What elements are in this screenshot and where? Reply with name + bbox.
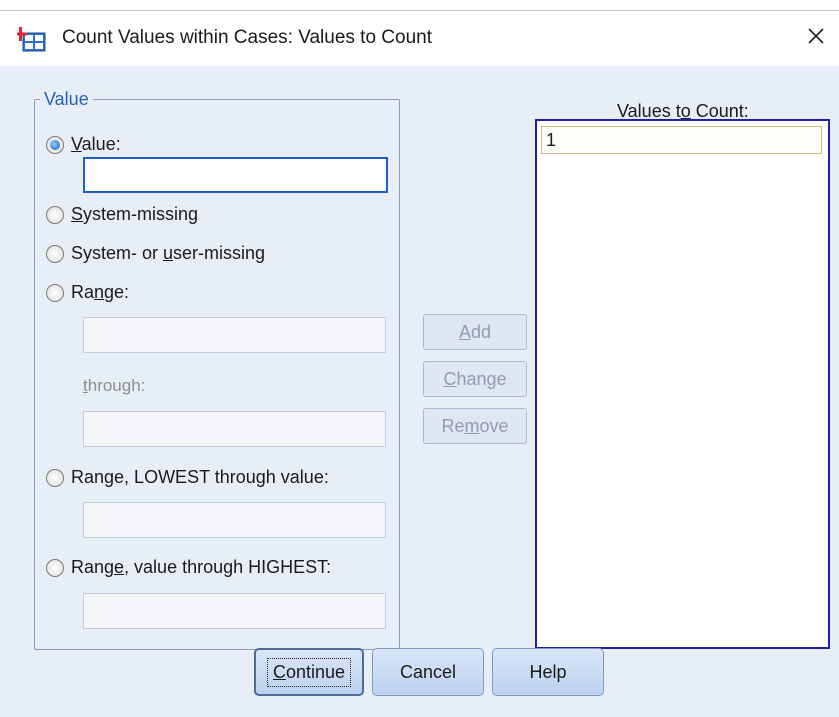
count-values-dialog: Count Values within Cases: Values to Cou… bbox=[0, 10, 839, 717]
close-icon bbox=[807, 27, 825, 50]
radio-button-icon bbox=[46, 135, 64, 154]
range-to-input[interactable] bbox=[83, 411, 386, 447]
title-bar[interactable]: Count Values within Cases: Values to Cou… bbox=[0, 11, 839, 66]
cancel-button[interactable]: Cancel bbox=[372, 648, 484, 696]
radio-system-or-user-missing[interactable]: System- or user-missing bbox=[46, 243, 265, 264]
radio-system-missing[interactable]: System-missing bbox=[46, 204, 198, 225]
radio-button-icon bbox=[46, 558, 64, 577]
radio-label-system-or-user-missing: System- or user-missing bbox=[71, 243, 266, 263]
add-button[interactable]: Add bbox=[423, 314, 527, 350]
radio-button-icon bbox=[46, 205, 64, 224]
close-button[interactable] bbox=[793, 11, 839, 66]
value-group-legend: Value bbox=[40, 89, 93, 110]
change-button[interactable]: Change bbox=[423, 361, 527, 397]
radio-button-icon bbox=[46, 283, 64, 302]
range-from-input[interactable] bbox=[83, 317, 386, 353]
radio-value[interactable]: Value: bbox=[46, 134, 121, 155]
window-title: Count Values within Cases: Values to Cou… bbox=[62, 27, 432, 48]
value-through-highest-input[interactable] bbox=[83, 593, 386, 629]
through-label: through: bbox=[83, 376, 146, 395]
radio-range[interactable]: Range: bbox=[46, 282, 129, 303]
background-app-strip bbox=[0, 0, 839, 10]
list-item[interactable]: 1 bbox=[541, 126, 822, 154]
radio-label-value: Value: bbox=[71, 134, 121, 154]
remove-button[interactable]: Re m ove bbox=[423, 408, 527, 444]
radio-label-range: Range: bbox=[71, 282, 130, 302]
radio-range-highest[interactable]: Range, value through HIGHEST: bbox=[46, 557, 331, 578]
value-input[interactable] bbox=[83, 157, 388, 193]
radio-label-range-highest: Range, value through HIGHEST: bbox=[71, 557, 332, 577]
radio-button-icon bbox=[46, 244, 64, 263]
lowest-through-value-input[interactable] bbox=[83, 502, 386, 538]
spss-app-icon bbox=[14, 25, 47, 53]
radio-range-lowest[interactable]: Range, LOWEST through value: bbox=[46, 467, 329, 488]
radio-button-icon bbox=[46, 468, 64, 487]
continue-button-label: Continue bbox=[266, 657, 352, 687]
continue-button[interactable]: Continue bbox=[254, 648, 364, 696]
radio-label-system-missing: System-missing bbox=[71, 204, 199, 224]
help-button[interactable]: Help bbox=[492, 648, 604, 696]
radio-label-range-lowest: Range, LOWEST through value: bbox=[71, 467, 329, 487]
values-to-count-list[interactable]: 1 bbox=[535, 119, 830, 649]
